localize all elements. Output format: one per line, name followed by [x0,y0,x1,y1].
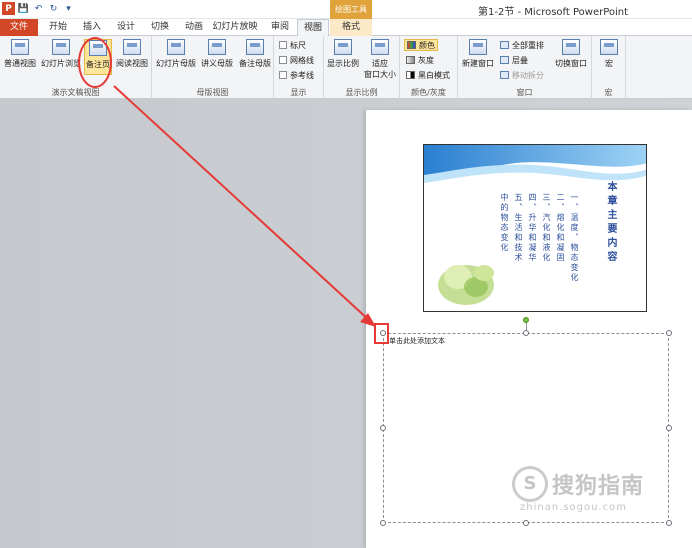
tab-animations[interactable]: 动画 [178,19,210,36]
group-master-views: 幻灯片母版 讲义母版 备注母版 母版视图 [152,36,274,99]
fit-window-icon [371,39,389,55]
notes-placeholder-text[interactable]: 单击此处添加文本 [389,336,445,346]
group-label: 窗口 [516,88,533,97]
sogou-logo-icon: S [512,466,548,502]
save-icon[interactable]: 💾 [17,2,30,15]
group-color-grayscale: 颜色 灰度 黑白模式 颜色/灰度 [400,36,458,99]
checkbox-icon [279,71,287,79]
slide-sorter-button[interactable]: 幻灯片浏览 [40,39,82,75]
ruler-checkbox[interactable]: 标尺 [279,39,306,51]
arrange-all-button[interactable]: 全部重排 [500,39,544,51]
quick-access-toolbar: P 💾 ↶ ↻ ▾ [2,2,75,15]
drawing-tools-context-label: 绘图工具 [330,0,372,19]
black-white-button[interactable]: 黑白模式 [406,69,450,81]
move-split-icon [500,71,509,79]
zoom-button[interactable]: 显示比例 [326,39,360,75]
cascade-icon [500,56,509,64]
slide-line-3: 三、汽化和液化 [542,193,551,263]
notes-master-icon [246,39,264,55]
color-button[interactable]: 颜色 [404,39,438,51]
resize-handle-right[interactable] [666,425,672,431]
guides-checkbox[interactable]: 参考线 [279,69,314,81]
tab-view[interactable]: 视图 [297,19,329,37]
title-bar: P 💾 ↶ ↻ ▾ 绘图工具 第1-2节 - Microsoft PowerPo… [0,0,692,19]
group-label: 演示文稿视图 [51,88,100,97]
checkbox-icon [279,41,287,49]
undo-icon[interactable]: ↶ [32,2,45,15]
resize-handle-left[interactable] [380,425,386,431]
customize-qat-icon[interactable]: ▾ [62,2,75,15]
group-window: 新建窗口 全部重排 层叠 移动拆分 切换窗口 窗口 [458,36,592,99]
new-window-button[interactable]: 新建窗口 [460,39,496,75]
resize-handle-bottom-right[interactable] [666,520,672,526]
slide-master-button[interactable]: 幻灯片母版 [154,39,198,75]
group-label: 宏 [604,88,613,97]
grayscale-swatch-icon [406,56,415,64]
window-title: 第1-2节 - Microsoft PowerPoint [478,7,629,18]
group-label: 显示比例 [345,88,378,97]
black-white-swatch-icon [406,71,415,79]
resize-handle-top-right[interactable] [666,330,672,336]
ribbon-tabs: 文件 开始 插入 设计 切换 动画 幻灯片放映 审阅 视图 格式 [0,19,692,37]
arrange-all-icon [500,41,509,49]
tab-home[interactable]: 开始 [42,19,74,36]
tab-insert[interactable]: 插入 [76,19,108,36]
slide-sorter-icon [52,39,70,55]
tab-design[interactable]: 设计 [110,19,142,36]
powerpoint-logo-icon: P [2,2,15,15]
switch-windows-icon [562,39,580,55]
macros-button[interactable]: 宏 [594,39,624,75]
tab-file[interactable]: 文件 [0,19,38,36]
rotation-handle[interactable] [523,317,529,323]
normal-view-button[interactable]: 普通视图 [2,39,38,75]
group-macros: 宏 宏 [592,36,626,99]
move-split-button[interactable]: 移动拆分 [500,69,544,81]
normal-view-icon [11,39,29,55]
checkbox-icon [279,56,287,64]
tab-slideshow[interactable]: 幻灯片放映 [210,19,260,36]
macros-icon [600,39,618,55]
gridlines-checkbox[interactable]: 网格线 [279,54,314,66]
highlight-circle [78,37,112,88]
slide-line-1: 一、温度、物态变化 [570,193,579,283]
watermark-domain: zhinan.sogou.com [520,502,628,513]
tab-review[interactable]: 审阅 [264,19,296,36]
group-label: 显示 [290,88,307,97]
watermark-brand: 搜狗指南 [552,474,645,499]
redo-icon[interactable]: ↻ [47,2,60,15]
cabbage-image [438,265,494,305]
notes-master-button[interactable]: 备注母版 [236,39,274,75]
handout-master-button[interactable]: 讲义母版 [198,39,236,75]
color-swatch-icon [407,41,416,49]
magnifier-icon [334,39,352,55]
resize-handle-bottom[interactable] [523,520,529,526]
cascade-button[interactable]: 层叠 [500,54,528,66]
grayscale-button[interactable]: 灰度 [406,54,434,66]
new-window-icon [469,39,487,55]
highlight-box [374,323,389,344]
slide-line-5: 五、生活和技术 [514,193,523,263]
group-presentation-views: 普通视图 幻灯片浏览 备注页 阅读视图 演示文稿视图 [0,36,152,99]
group-label: 母版视图 [196,88,229,97]
slide-thumbnail[interactable]: 本章主要内容 一、温度、物态变化 二、熔化和凝固 三、汽化和液化 四、升华和凝华… [423,144,647,312]
switch-windows-button[interactable]: 切换窗口 [552,39,590,75]
group-show: 标尺 网格线 参考线 显示 [274,36,324,99]
reading-view-icon [123,39,141,55]
reading-view-button[interactable]: 阅读视图 [114,39,150,75]
fit-to-window-button[interactable]: 适应 窗口大小 [362,39,398,85]
handout-master-icon [208,39,226,55]
slide-title: 本章主要内容 [605,181,616,265]
resize-handle-top[interactable] [523,330,529,336]
slide-line-6: 中的物态变化 [500,193,509,253]
group-label: 颜色/灰度 [411,88,446,97]
slide-line-4: 四、升华和凝华 [528,193,537,263]
slide-line-2: 二、熔化和凝固 [556,193,565,263]
resize-handle-bottom-left[interactable] [380,520,386,526]
group-zoom: 显示比例 适应 窗口大小 显示比例 [324,36,400,99]
tab-format[interactable]: 格式 [330,19,372,36]
tab-transitions[interactable]: 切换 [144,19,176,36]
slide-master-icon [167,39,185,55]
